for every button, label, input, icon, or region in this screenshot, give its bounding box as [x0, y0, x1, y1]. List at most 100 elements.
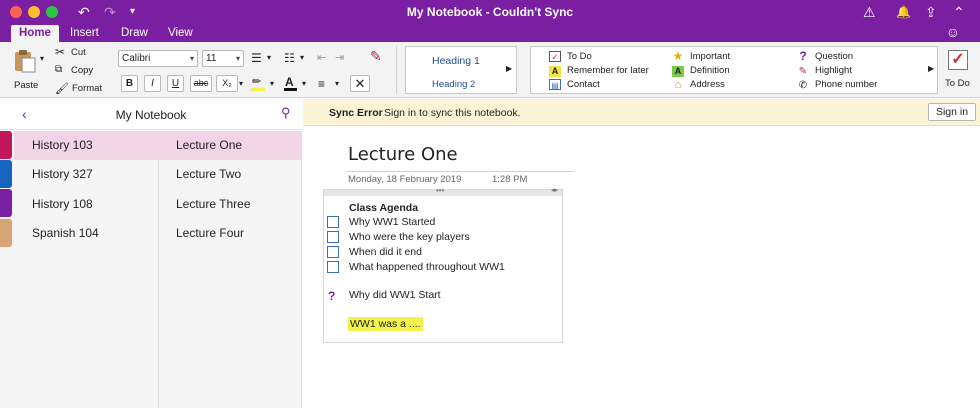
- page-list: Lecture One Lecture Two Lecture Three Le…: [159, 131, 302, 408]
- sync-error-message: Sign in to sync this notebook.: [384, 107, 521, 119]
- todo-text[interactable]: Why WW1 Started: [349, 216, 435, 228]
- note-container-handle[interactable]: ••• ◂▸: [324, 186, 562, 196]
- style-heading-1[interactable]: Heading 1: [432, 55, 480, 67]
- decrease-indent-icon[interactable]: ⇤: [317, 51, 326, 64]
- to-do-tag-button[interactable]: ✓ To Do: [942, 46, 976, 94]
- collapse-ribbon-icon[interactable]: ⌃: [953, 3, 965, 21]
- section-item-history-108[interactable]: History 108: [14, 190, 159, 219]
- bold-button[interactable]: B: [121, 75, 138, 92]
- styles-expand-icon[interactable]: ▶: [506, 64, 512, 73]
- section-item-spanish-104[interactable]: Spanish 104: [14, 219, 159, 248]
- tab-insert[interactable]: Insert: [62, 25, 107, 42]
- tag-phone-number[interactable]: ✆ Phone number: [797, 79, 878, 91]
- cut-label: Cut: [71, 47, 86, 58]
- tag-address[interactable]: ⌂ Address: [672, 79, 725, 91]
- tag-question[interactable]: ? Question: [797, 50, 854, 62]
- section-item-history-103[interactable]: History 103: [14, 131, 159, 160]
- tag-label: Definition: [690, 65, 730, 76]
- todo-checkbox[interactable]: [327, 246, 339, 258]
- paste-options-chevron-icon[interactable]: ▾: [40, 54, 44, 63]
- todo-checkbox[interactable]: [327, 231, 339, 243]
- subscript-button[interactable]: X₂: [216, 75, 238, 92]
- highlight-color-button[interactable]: ✏: [249, 75, 271, 92]
- page-item-lecture-one[interactable]: Lecture One: [159, 131, 302, 160]
- subscript-chevron-icon[interactable]: ▾: [239, 79, 243, 88]
- ribbon-home: Paste ▾ ✂ Cut ⧉ Copy 🖌 Format Calibri ▾ 1…: [0, 42, 980, 98]
- agenda-heading[interactable]: Class Agenda: [349, 202, 418, 214]
- scissors-icon: ✂: [55, 45, 66, 59]
- tag-to-do[interactable]: ✓ To Do: [549, 51, 592, 62]
- to-do-label: To Do: [945, 78, 970, 89]
- ribbon-divider: [396, 46, 397, 94]
- tag-remember-for-later[interactable]: A Remember for later: [549, 65, 649, 77]
- tag-label: To Do: [567, 51, 592, 62]
- page-item-lecture-two[interactable]: Lecture Two: [159, 160, 302, 189]
- tag-label: Highlight: [815, 65, 852, 76]
- align-icon[interactable]: ≡: [318, 77, 325, 91]
- search-icon[interactable]: ⚲: [281, 105, 291, 121]
- font-color-chevron-icon[interactable]: ▾: [302, 79, 306, 88]
- font-color-button[interactable]: A: [282, 75, 300, 92]
- todo-checkbox[interactable]: [327, 261, 339, 273]
- numbering-chevron-icon[interactable]: ▾: [300, 53, 304, 62]
- page-time: 1:28 PM: [492, 174, 528, 185]
- question-tag-icon: ?: [328, 289, 336, 303]
- styles-gallery: Heading 1 Heading 2 ▶: [405, 46, 517, 94]
- clear-formatting-icon[interactable]: ✎: [370, 48, 382, 65]
- checkbox-icon: ✓: [549, 51, 561, 62]
- tag-important[interactable]: ★ Important: [672, 49, 731, 63]
- strikethrough-button[interactable]: abc: [190, 75, 212, 92]
- contact-card-icon: ▤: [549, 79, 561, 90]
- note-container[interactable]: ••• ◂▸ Class Agenda Why WW1 Started Who …: [323, 186, 563, 343]
- highlighter-icon: ✏: [252, 76, 262, 88]
- todo-text[interactable]: What happened throughout WW1: [349, 261, 505, 273]
- highlight-chevron-icon[interactable]: ▾: [270, 79, 274, 88]
- format-painter-button[interactable]: 🖌 Format: [55, 82, 110, 96]
- align-chevron-icon[interactable]: ▾: [335, 79, 339, 88]
- feedback-smiley-icon[interactable]: ☺: [946, 24, 960, 40]
- large-checkbox-icon: ✓: [948, 50, 968, 70]
- notebook-title[interactable]: My Notebook: [0, 108, 302, 122]
- tag-highlight[interactable]: ✎ Highlight: [797, 65, 852, 77]
- todo-text[interactable]: When did it end: [349, 246, 422, 258]
- section-item-history-327[interactable]: History 327: [14, 160, 159, 189]
- font-size-select[interactable]: 11 ▾: [202, 50, 244, 67]
- cut-button[interactable]: ✂ Cut: [55, 45, 105, 60]
- font-name-select[interactable]: Calibri ▾: [118, 50, 198, 67]
- bullets-icon[interactable]: ☰: [251, 51, 262, 65]
- page-title[interactable]: Lecture One: [348, 144, 458, 165]
- tab-home[interactable]: Home: [11, 25, 59, 42]
- notifications-icon[interactable]: 🔔: [896, 3, 911, 21]
- page-canvas[interactable]: Lecture One Monday, 18 February 2019 1:2…: [303, 127, 980, 408]
- underline-button[interactable]: U: [167, 75, 184, 92]
- warning-icon[interactable]: ⚠: [863, 3, 876, 21]
- question-text[interactable]: Why did WW1 Start: [349, 289, 441, 301]
- share-icon[interactable]: ⇪: [925, 3, 937, 21]
- tab-draw[interactable]: Draw: [113, 25, 156, 42]
- tab-view[interactable]: View: [160, 25, 201, 42]
- sign-in-button[interactable]: Sign in: [928, 103, 976, 121]
- star-icon: ★: [672, 49, 684, 63]
- bullets-chevron-icon[interactable]: ▾: [267, 53, 271, 62]
- page-item-lecture-four[interactable]: Lecture Four: [159, 219, 302, 248]
- numbering-icon[interactable]: ☷: [284, 51, 295, 65]
- todo-checkbox[interactable]: [327, 216, 339, 228]
- copy-button[interactable]: ⧉ Copy: [55, 64, 105, 78]
- tags-gallery: ✓ To Do A Remember for later ▤ Contact ★ Imp…: [530, 46, 938, 94]
- tag-label: Question: [815, 51, 854, 62]
- house-icon: ⌂: [674, 79, 682, 91]
- todo-text[interactable]: Who were the key players: [349, 231, 470, 243]
- paste-button[interactable]: Paste: [8, 46, 40, 94]
- page-item-lecture-three[interactable]: Lecture Three: [159, 190, 302, 219]
- increase-indent-icon[interactable]: ⇥: [335, 51, 344, 64]
- tag-label: Contact: [567, 79, 600, 90]
- notebook-header: ‹ My Notebook ⚲: [0, 99, 302, 130]
- tag-contact[interactable]: ▤ Contact: [549, 79, 600, 90]
- tags-expand-icon[interactable]: ▶: [928, 64, 934, 73]
- delete-button[interactable]: ✕: [350, 75, 370, 92]
- italic-button[interactable]: I: [144, 75, 161, 92]
- style-heading-2[interactable]: Heading 2: [432, 79, 475, 90]
- tag-definition[interactable]: A Definition: [672, 65, 730, 77]
- section-color-tab: [0, 160, 12, 188]
- highlighted-text[interactable]: WW1 was a ....: [348, 317, 423, 331]
